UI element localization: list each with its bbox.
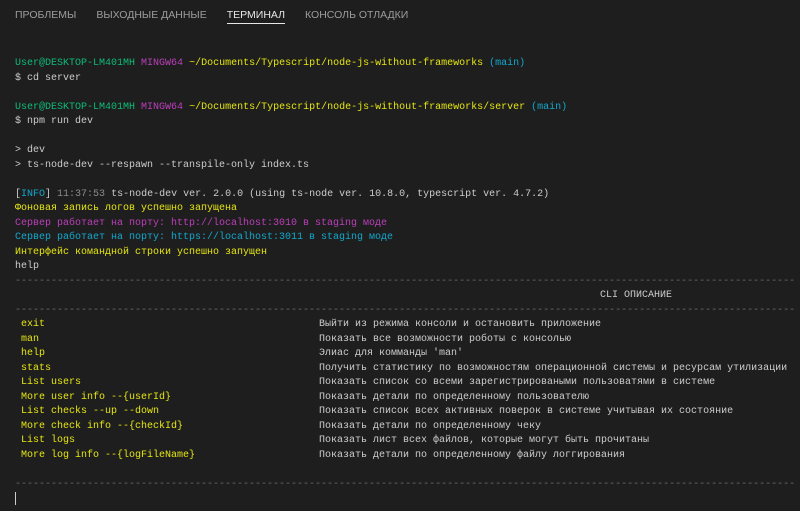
command-row: More user info --{userId} Показать детали… — [15, 391, 800, 406]
http-server-message: Сервер работает на порту: http://localho… — [15, 217, 388, 229]
command-name: List users — [21, 377, 82, 388]
command-description: Показать детали по определенному чеку — [319, 420, 542, 432]
command-line: $ cd server — [15, 72, 82, 84]
command-name: More check info --{checkId} — [21, 420, 184, 432]
command-line: $ npm run dev — [15, 116, 94, 127]
command-row: exit Выйти из режима консоли и остановить… — [15, 318, 800, 333]
command-description: Показать список всех активных поверок в … — [319, 406, 734, 417]
terminal-output[interactable]: User@DESKTOP-LM401MH MINGW64 ~/Documents… — [15, 57, 800, 507]
tab-debug-console[interactable]: КОНСОЛЬ ОТЛАДКИ — [305, 0, 408, 21]
command-description: Показать список со всеми зарегистрирован… — [319, 377, 716, 388]
command-row: man Показать все возможности роботы с кон… — [15, 333, 800, 348]
tab-problems[interactable]: ПРОБЛЕМЫ — [15, 0, 76, 21]
command-row: More check info --{checkId} Показать дета… — [15, 420, 800, 435]
cursor — [15, 492, 16, 505]
command-description: Получить статистику по возможностям опер… — [319, 362, 788, 374]
command-row: List checks --up --down Показать список в… — [15, 405, 800, 420]
command-description: Показать все возможности роботы с консол… — [319, 333, 572, 345]
command-row: List users Показать список со всеми зарег… — [15, 376, 800, 391]
command-description: Элиас для комманды 'man' — [319, 348, 464, 359]
prompt-user: User@DESKTOP-LM401MH — [15, 58, 136, 69]
tab-terminal[interactable]: ТЕРМИНАЛ — [226, 0, 286, 24]
command-description: Показать детали по определенному файлу л… — [319, 449, 626, 461]
divider: ----------------------------------------… — [15, 275, 795, 287]
info-text: ts-node-dev ver. 2.0.0 (using ts-node ve… — [111, 188, 550, 200]
cli-started-message: Интерфейс командной строки успешно запущ… — [15, 246, 268, 258]
command-name: help — [21, 348, 46, 359]
info-tag: INFO — [21, 188, 46, 200]
prompt-shell: MINGW64 — [141, 58, 184, 69]
prompt-branch: (main) — [489, 58, 526, 69]
prompt-path: ~/Documents/Typescript/node-js-without-f… — [189, 101, 526, 113]
npm-output: > dev — [15, 145, 46, 156]
command-name: exit — [21, 319, 46, 330]
prompt-line: User@DESKTOP-LM401MH MINGW64 ~/Documents… — [15, 57, 800, 72]
command-row: help Элиас для комманды 'man' — [15, 347, 800, 362]
command-list: exit Выйти из режима консоли и остановить… — [15, 318, 800, 463]
input-line[interactable] — [15, 492, 800, 507]
cli-header: CLI ОПИСАНИЕ — [600, 290, 673, 301]
command-row: List logs Показать лист всех файлов, кото… — [15, 434, 800, 449]
prompt-path: ~/Documents/Typescript/node-js-without-f… — [189, 58, 484, 69]
command-row: More log info --{logFileName} Показать де… — [15, 449, 800, 464]
prompt-user: User@DESKTOP-LM401MH — [15, 101, 136, 113]
panel-tabs: ПРОБЛЕМЫ ВЫХОДНЫЕ ДАННЫЕ ТЕРМИНАЛ КОНСОЛ… — [0, 0, 428, 30]
divider: ----------------------------------------… — [15, 304, 795, 316]
prompt-shell: MINGW64 — [141, 101, 184, 113]
command-name: man — [21, 333, 40, 345]
command-name: List checks --up --down — [21, 406, 160, 417]
info-time: 11:37:53 — [57, 188, 106, 200]
command-name: More log info --{logFileName} — [21, 449, 196, 461]
command-name: stats — [21, 362, 52, 374]
command-name: List logs — [21, 435, 76, 446]
prompt-branch: (main) — [531, 101, 568, 113]
command-description: Выйти из режима консоли и остановить при… — [319, 319, 602, 330]
command-row: stats Получить статистику по возможностям… — [15, 362, 800, 377]
command-description: Показать детали по определенному пользов… — [319, 391, 590, 403]
tab-output[interactable]: ВЫХОДНЫЕ ДАННЫЕ — [96, 0, 206, 21]
divider: ----------------------------------------… — [15, 478, 795, 490]
log-started-message: Фоновая запись логов успешно запущена — [15, 203, 238, 214]
https-server-message: Сервер работает на порту: https://localh… — [15, 232, 394, 243]
npm-output: > ts-node-dev --respawn --transpile-only… — [15, 159, 310, 171]
command-name: More user info --{userId} — [21, 391, 172, 403]
info-line: [INFO] 11:37:53 ts-node-dev ver. 2.0.0 (… — [15, 188, 550, 200]
prompt-line: User@DESKTOP-LM401MH MINGW64 ~/Documents… — [15, 101, 800, 116]
command-description: Показать лист всех файлов, которые могут… — [319, 435, 650, 446]
typed-command: help — [15, 261, 40, 272]
